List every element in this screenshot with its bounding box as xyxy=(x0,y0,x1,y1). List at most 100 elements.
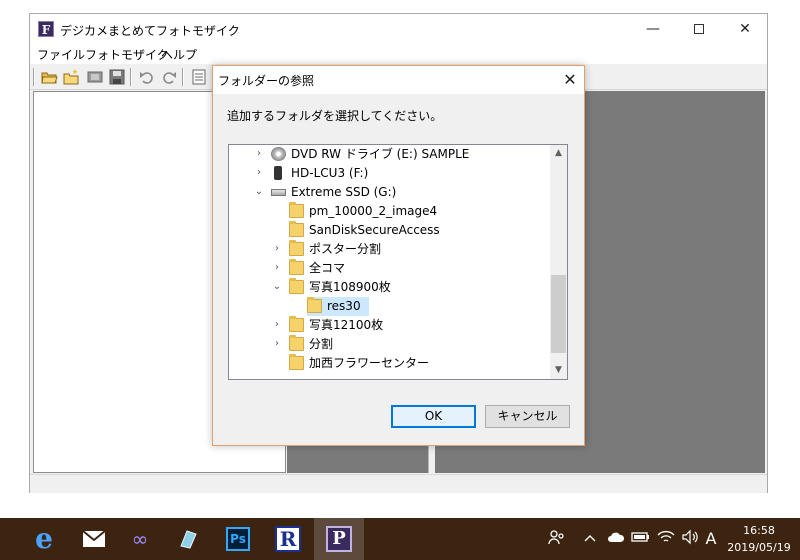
wifi-icon[interactable] xyxy=(656,529,676,549)
tree-item-label: DVD RW ドライブ (E:) SAMPLE xyxy=(291,147,470,161)
close-button[interactable]: ✕ xyxy=(722,14,768,44)
photomosaic-app-label: P xyxy=(326,526,352,552)
dialog-close-button[interactable]: ✕ xyxy=(555,66,585,94)
tree-item[interactable]: ⌄ 写真108900枚 xyxy=(229,278,551,297)
infinity-icon[interactable]: ∞ xyxy=(124,523,156,555)
folder-tree[interactable]: › DVD RW ドライブ (E:) SAMPLE › HD-LCU3 (F:) ⌄ Ex… xyxy=(228,144,568,380)
folder-icon xyxy=(289,240,304,256)
folder-icon xyxy=(307,297,322,313)
tree-item[interactable]: ⌄ Extreme SSD (G:) xyxy=(229,183,551,202)
tree-arrow-spacer xyxy=(271,356,283,370)
chevron-down-icon[interactable]: ⌄ xyxy=(271,280,283,294)
mail-icon[interactable] xyxy=(78,523,110,555)
ime-indicator[interactable]: A xyxy=(702,529,720,549)
folder-icon xyxy=(289,202,304,218)
tree-item[interactable]: › HD-LCU3 (F:) xyxy=(229,164,551,183)
save-icon[interactable] xyxy=(108,68,126,86)
people-icon[interactable] xyxy=(546,529,568,549)
tree-item-label: HD-LCU3 (F:) xyxy=(291,166,369,180)
app-logo-icon: F xyxy=(38,21,54,37)
tree-item-label: 分割 xyxy=(309,337,334,351)
dialog-title: フォルダーの参照 xyxy=(218,74,315,88)
tree-item-label: pm_10000_2_image4 xyxy=(309,204,438,218)
tree-item[interactable]: › DVD RW ドライブ (E:) SAMPLE xyxy=(229,145,551,164)
disc-icon xyxy=(271,147,286,161)
ok-button[interactable]: OK xyxy=(391,405,476,428)
toolbar-separator xyxy=(130,68,132,86)
volume-icon[interactable] xyxy=(680,529,700,549)
tree-item-label: 全コマ xyxy=(309,261,346,275)
tree-item-label: SanDiskSecureAccess xyxy=(309,223,440,237)
scroll-thumb[interactable] xyxy=(551,275,566,353)
tree-scrollbar[interactable]: ▲ ▼ xyxy=(550,145,567,379)
tree-item-label: Extreme SSD (G:) xyxy=(291,185,397,199)
clock-time[interactable]: 16:58 xyxy=(730,524,788,537)
r-app-label: R xyxy=(275,526,301,552)
folder-icon xyxy=(289,335,304,351)
menu-file[interactable]: ファイル xyxy=(37,46,85,63)
app-titlebar[interactable]: F デジカメまとめてフォトモザイク — ✕ xyxy=(30,14,767,44)
tree-arrow-spacer xyxy=(271,223,283,237)
chevron-right-icon[interactable]: › xyxy=(253,147,265,161)
cloud-icon[interactable] xyxy=(606,529,626,549)
photomosaic-app-icon[interactable]: P xyxy=(323,523,355,555)
list-icon[interactable] xyxy=(190,68,208,86)
minimize-button[interactable]: — xyxy=(630,14,676,44)
tree-item[interactable]: › 全コマ xyxy=(229,259,551,278)
folder-icon xyxy=(289,354,304,370)
toolbar-separator xyxy=(33,68,35,86)
tree-item-label: 写真12100枚 xyxy=(309,318,384,332)
open-folder-icon[interactable] xyxy=(40,68,58,86)
scroll-down-button[interactable]: ▼ xyxy=(550,362,567,379)
folder-icon xyxy=(289,221,304,237)
redo-icon[interactable] xyxy=(160,68,178,86)
tree-arrow-spacer xyxy=(271,204,283,218)
menu-help[interactable]: ヘルプ xyxy=(161,46,197,63)
status-bar xyxy=(30,474,767,493)
r-app-icon[interactable]: R xyxy=(272,523,304,555)
chevron-right-icon[interactable]: › xyxy=(271,337,283,351)
folder-icon xyxy=(289,259,304,275)
folder-browse-dialog: フォルダーの参照 ✕ 追加するフォルダを選択してください。 › DVD RW ドラ… xyxy=(212,65,585,446)
tree-item-label: 写真108900枚 xyxy=(309,280,391,294)
chevron-up-icon[interactable] xyxy=(582,529,598,549)
tree-item[interactable]: SanDiskSecureAccess xyxy=(229,221,551,240)
new-folder-icon[interactable] xyxy=(62,68,80,86)
maximize-icon xyxy=(694,24,704,34)
film-icon[interactable] xyxy=(86,68,104,86)
chevron-right-icon[interactable]: › xyxy=(253,166,265,180)
tree-item[interactable]: res30 xyxy=(229,297,551,316)
cancel-button[interactable]: キャンセル xyxy=(485,405,570,428)
hdd-icon xyxy=(274,166,282,180)
tree-item[interactable]: 加西フラワーセンター xyxy=(229,354,551,373)
clock-date[interactable]: 2019/05/19 xyxy=(726,541,792,554)
photoshop-label: Ps xyxy=(226,527,250,551)
tree-item[interactable]: › 分割 xyxy=(229,335,551,354)
tree-item[interactable]: › 写真12100枚 xyxy=(229,316,551,335)
tree-item-label: ポスター分割 xyxy=(309,242,382,256)
photoshop-icon[interactable]: Ps xyxy=(222,523,254,555)
edge-icon[interactable]: e xyxy=(28,523,60,555)
menu-bar: ファイル フォトモザイク ヘルプ xyxy=(30,44,767,64)
ssd-icon xyxy=(271,189,286,196)
battery-icon[interactable] xyxy=(630,529,652,549)
tree-item[interactable]: pm_10000_2_image4 xyxy=(229,202,551,221)
chevron-right-icon[interactable]: › xyxy=(271,261,283,275)
chevron-right-icon[interactable]: › xyxy=(271,242,283,256)
tree-item[interactable]: › ポスター分割 xyxy=(229,240,551,259)
app-icon[interactable] xyxy=(172,523,204,555)
dialog-titlebar[interactable]: フォルダーの参照 ✕ xyxy=(213,66,584,94)
chevron-down-icon[interactable]: ⌄ xyxy=(253,185,265,199)
scroll-up-button[interactable]: ▲ xyxy=(550,145,567,162)
folder-icon xyxy=(289,316,304,332)
chevron-right-icon[interactable]: › xyxy=(271,318,283,332)
folder-icon xyxy=(289,278,304,294)
tree-item-label: res30 xyxy=(327,299,361,313)
undo-icon[interactable] xyxy=(138,68,156,86)
toolbar-separator xyxy=(182,68,184,86)
dialog-instruction: 追加するフォルダを選択してください。 xyxy=(227,109,443,123)
tree-arrow-spacer xyxy=(289,299,301,313)
app-title: デジカメまとめてフォトモザイク xyxy=(60,24,240,38)
maximize-button[interactable] xyxy=(676,14,722,44)
menu-photomosaic[interactable]: フォトモザイク xyxy=(85,46,169,63)
